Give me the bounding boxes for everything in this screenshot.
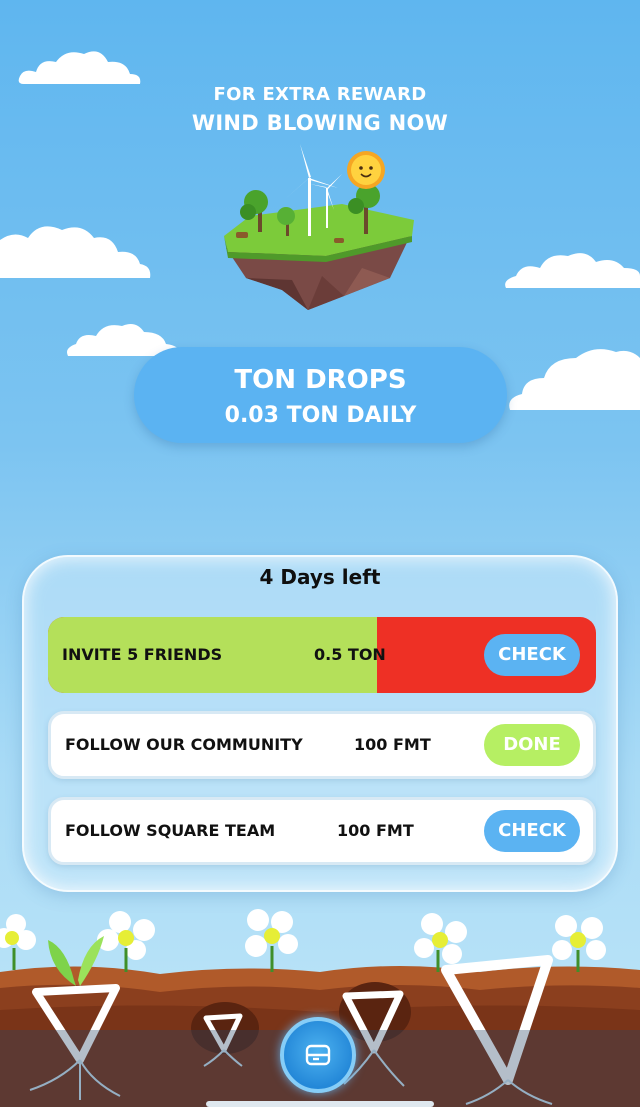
cloud-right	[505, 253, 640, 288]
task-reward: 0.5 TON	[314, 645, 386, 664]
task-reward: 100 FMT	[354, 735, 431, 754]
tasks-card: 4 Days left INVITE 5 FRIENDS 0.5 TON CHE…	[22, 555, 618, 892]
cloud-left	[0, 226, 151, 278]
cloud-big-right	[509, 349, 640, 410]
floating-island-illustration	[224, 144, 414, 310]
task-title: FOLLOW SQUARE TEAM	[65, 821, 276, 840]
wind-blowing-caption: WIND BLOWING NOW	[191, 111, 449, 135]
check-button[interactable]: CHECK	[484, 810, 580, 852]
ton-drops-daily-amount: 0.03 TON DAILY	[224, 403, 417, 428]
task-title: FOLLOW OUR COMMUNITY	[65, 735, 303, 754]
extra-reward-caption: FOR EXTRA REWARD	[213, 84, 427, 105]
check-button[interactable]: CHECK	[484, 634, 580, 676]
done-button[interactable]: DONE	[484, 724, 580, 766]
ton-drops-banner: TON DROPS 0.03 TON DAILY	[134, 347, 507, 443]
ton-drops-title: TON DROPS	[234, 365, 407, 395]
task-title: INVITE 5 FRIENDS	[62, 645, 223, 664]
days-left-label: 4 Days left	[259, 565, 381, 589]
task-row-invite-friends: INVITE 5 FRIENDS 0.5 TON CHECK	[48, 617, 596, 693]
task-row-follow-square-team: FOLLOW SQUARE TEAM 100 FMT CHECK	[48, 797, 596, 865]
task-reward: 100 FMT	[337, 821, 414, 840]
home-indicator	[206, 1101, 434, 1107]
card-icon	[305, 1044, 331, 1066]
task-row-follow-community: FOLLOW OUR COMMUNITY 100 FMT DONE	[48, 711, 596, 779]
center-nav-button[interactable]	[280, 1017, 356, 1093]
